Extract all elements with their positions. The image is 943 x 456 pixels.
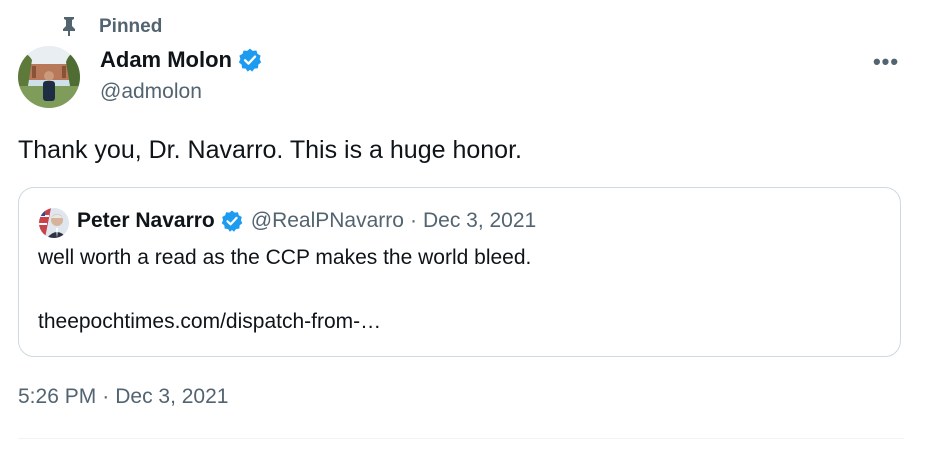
pin-icon [58, 15, 80, 37]
quote-link[interactable]: theepochtimes.com/dispatch-from-… [38, 310, 381, 334]
author-handle[interactable]: @admolon [100, 80, 202, 104]
quote-author-handle[interactable]: @RealPNavarro [251, 209, 404, 233]
divider [18, 438, 904, 439]
quote-author-name[interactable]: Peter Navarro [77, 209, 215, 233]
author-name-row: Adam Molon [100, 47, 263, 73]
quote-separator: · [409, 209, 417, 232]
quote-text: well worth a read as the CCP makes the w… [38, 246, 532, 269]
meta-separator: · [102, 385, 110, 408]
verified-badge-icon[interactable] [237, 47, 263, 73]
avatar[interactable] [18, 46, 80, 108]
tweet-time[interactable]: 5:26 PM [18, 385, 96, 409]
quote-date[interactable]: Dec 3, 2021 [423, 209, 536, 233]
quote-header: Peter Navarro @RealPNavarro · Dec 3, 202… [77, 209, 536, 233]
pinned-label: Pinned [99, 16, 163, 37]
more-options-button[interactable]: ••• [866, 48, 906, 76]
more-icon: ••• [872, 49, 900, 74]
quoted-tweet-card[interactable]: Peter Navarro @RealPNavarro · Dec 3, 202… [18, 187, 901, 357]
tweet-text: Thank you, Dr. Navarro. This is a huge h… [18, 136, 522, 164]
pinned-indicator: Pinned [58, 14, 162, 38]
tweet-timestamp[interactable]: 5:26 PM · Dec 3, 2021 [18, 385, 228, 409]
quote-avatar[interactable] [39, 208, 69, 238]
author-name[interactable]: Adam Molon [100, 47, 232, 73]
verified-badge-icon[interactable] [220, 209, 244, 233]
tweet-date[interactable]: Dec 3, 2021 [115, 385, 228, 409]
